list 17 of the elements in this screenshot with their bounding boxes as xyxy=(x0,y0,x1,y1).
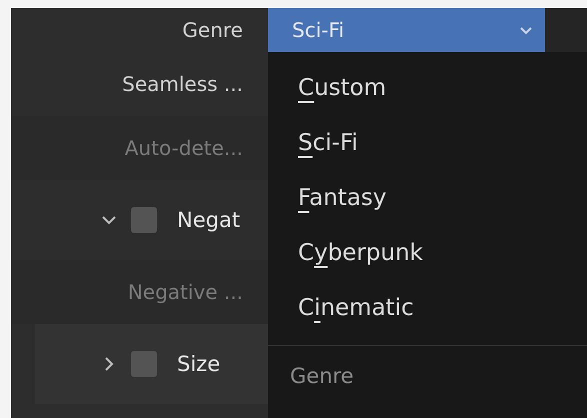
genre-dropdown[interactable]: Sci-Fi xyxy=(268,8,545,52)
panel-title: Negat xyxy=(177,208,240,232)
property-label: Seamless ... xyxy=(121,72,243,96)
property-label: Negative ... xyxy=(126,280,243,304)
menu-item[interactable]: Cinematic xyxy=(268,284,587,339)
header-strip xyxy=(545,8,587,52)
chevron-down-icon xyxy=(519,26,533,34)
panel-title: Size xyxy=(177,352,220,376)
checkbox[interactable] xyxy=(131,207,157,233)
menu-title: Genre xyxy=(289,363,355,388)
menu-item[interactable]: Fantasy xyxy=(268,174,587,229)
menu-item[interactable]: Sci-Fi xyxy=(268,119,587,174)
property-label: Auto-dete... xyxy=(124,136,243,160)
checkbox[interactable] xyxy=(131,351,157,377)
field-label: Genre xyxy=(181,18,243,42)
menu-item[interactable]: Custom xyxy=(268,64,587,119)
menu-item[interactable]: Cyberpunk xyxy=(268,229,587,284)
